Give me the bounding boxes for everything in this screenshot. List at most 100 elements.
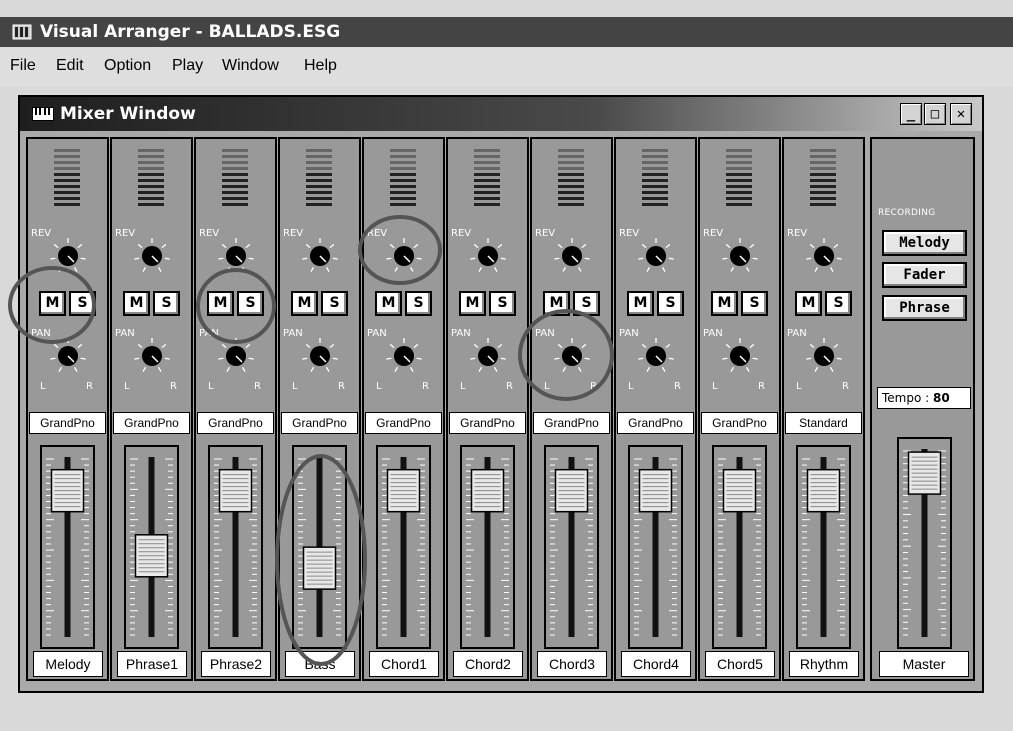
record-fader-button[interactable]: Fader <box>882 262 967 288</box>
mute-button[interactable]: M <box>711 291 738 316</box>
meter-segment <box>726 197 752 200</box>
channel-fader[interactable] <box>796 445 851 649</box>
instrument-field[interactable]: GrandPno <box>533 412 610 434</box>
pan-knob[interactable] <box>636 335 676 375</box>
pan-knob[interactable] <box>720 335 760 375</box>
solo-button[interactable]: S <box>657 291 684 316</box>
mute-button[interactable]: M <box>459 291 486 316</box>
meter-segment <box>54 191 80 194</box>
pan-right-label: R <box>674 381 681 392</box>
reverb-knob[interactable] <box>468 235 508 275</box>
menu-play[interactable]: Play <box>172 57 203 75</box>
solo-button[interactable]: S <box>237 291 264 316</box>
solo-button[interactable]: S <box>153 291 180 316</box>
pan-knob[interactable] <box>804 335 844 375</box>
mute-button[interactable]: M <box>795 291 822 316</box>
meter-segment <box>138 203 164 206</box>
pan-knob[interactable] <box>216 335 256 375</box>
channel-fader[interactable] <box>460 445 515 649</box>
instrument-field[interactable]: GrandPno <box>29 412 106 434</box>
instrument-field[interactable]: GrandPno <box>365 412 442 434</box>
meter-segment <box>390 179 416 182</box>
meter-segment <box>138 185 164 188</box>
instrument-field[interactable]: GrandPno <box>113 412 190 434</box>
maximize-button[interactable]: □ <box>924 103 946 125</box>
menu-option[interactable]: Option <box>104 57 151 75</box>
pan-knob[interactable] <box>48 335 88 375</box>
fader-cap[interactable] <box>134 534 169 578</box>
meter-segment <box>474 179 500 182</box>
instrument-field[interactable]: GrandPno <box>449 412 526 434</box>
channel-fader[interactable] <box>376 445 431 649</box>
pan-left-label: L <box>796 381 802 392</box>
close-button[interactable]: ✕ <box>950 103 972 125</box>
solo-button[interactable]: S <box>573 291 600 316</box>
fader-cap[interactable] <box>806 468 841 513</box>
solo-button[interactable]: S <box>741 291 768 316</box>
fader-cap[interactable] <box>50 468 85 513</box>
reverb-knob[interactable] <box>384 235 424 275</box>
reverb-knob[interactable] <box>48 235 88 275</box>
channel-fader[interactable] <box>628 445 683 649</box>
fader-cap[interactable] <box>554 468 589 513</box>
meter-segment <box>222 149 248 152</box>
channel-name: Phrase2 <box>201 651 271 677</box>
solo-button[interactable]: S <box>489 291 516 316</box>
fader-cap[interactable] <box>470 468 505 513</box>
mute-button[interactable]: M <box>39 291 66 316</box>
mute-button[interactable]: M <box>291 291 318 316</box>
record-phrase-button[interactable]: Phrase <box>882 295 967 321</box>
channel-fader[interactable] <box>712 445 767 649</box>
channel-fader[interactable] <box>208 445 263 649</box>
fader-cap[interactable] <box>722 468 757 513</box>
level-meter <box>726 149 752 206</box>
record-melody-button[interactable]: Melody <box>882 230 967 256</box>
channel-fader[interactable] <box>544 445 599 649</box>
channel-fader[interactable] <box>40 445 95 649</box>
mute-button[interactable]: M <box>123 291 150 316</box>
reverb-knob[interactable] <box>804 235 844 275</box>
master-name: Master <box>879 651 969 677</box>
solo-button[interactable]: S <box>69 291 96 316</box>
instrument-field[interactable]: GrandPno <box>281 412 358 434</box>
pan-knob[interactable] <box>552 335 592 375</box>
menu-edit[interactable]: Edit <box>56 57 84 75</box>
channel-fader[interactable] <box>292 445 347 649</box>
pan-knob[interactable] <box>300 335 340 375</box>
reverb-knob[interactable] <box>720 235 760 275</box>
channel-fader[interactable] <box>124 445 179 649</box>
minimize-button[interactable]: _ <box>900 103 922 125</box>
instrument-field[interactable]: GrandPno <box>197 412 274 434</box>
fader-cap[interactable] <box>907 451 942 495</box>
fader-cap[interactable] <box>638 468 673 513</box>
instrument-field[interactable]: Standard <box>785 412 862 434</box>
menu-window[interactable]: Window <box>222 57 279 75</box>
mute-button[interactable]: M <box>207 291 234 316</box>
meter-segment <box>138 191 164 194</box>
mixer-window: Mixer Window _ □ ✕ REV M S PAN L R GrandPno Mel… <box>18 95 984 693</box>
fader-cap[interactable] <box>386 468 421 513</box>
fader-cap[interactable] <box>302 546 337 590</box>
mute-button[interactable]: M <box>627 291 654 316</box>
master-fader[interactable] <box>897 437 952 649</box>
instrument-field[interactable]: GrandPno <box>617 412 694 434</box>
solo-button[interactable]: S <box>321 291 348 316</box>
pan-knob[interactable] <box>468 335 508 375</box>
mute-button[interactable]: M <box>543 291 570 316</box>
reverb-knob[interactable] <box>552 235 592 275</box>
mixer-title-bar[interactable]: Mixer Window _ □ ✕ <box>20 97 982 131</box>
menu-help[interactable]: Help <box>304 57 337 75</box>
reverb-knob[interactable] <box>300 235 340 275</box>
menu-file[interactable]: File <box>10 57 36 75</box>
reverb-knob[interactable] <box>636 235 676 275</box>
pan-knob[interactable] <box>132 335 172 375</box>
solo-button[interactable]: S <box>405 291 432 316</box>
tempo-field[interactable]: Tempo : 80 <box>877 387 971 409</box>
pan-knob[interactable] <box>384 335 424 375</box>
reverb-knob[interactable] <box>216 235 256 275</box>
fader-cap[interactable] <box>218 468 253 513</box>
solo-button[interactable]: S <box>825 291 852 316</box>
reverb-knob[interactable] <box>132 235 172 275</box>
mute-button[interactable]: M <box>375 291 402 316</box>
instrument-field[interactable]: GrandPno <box>701 412 778 434</box>
